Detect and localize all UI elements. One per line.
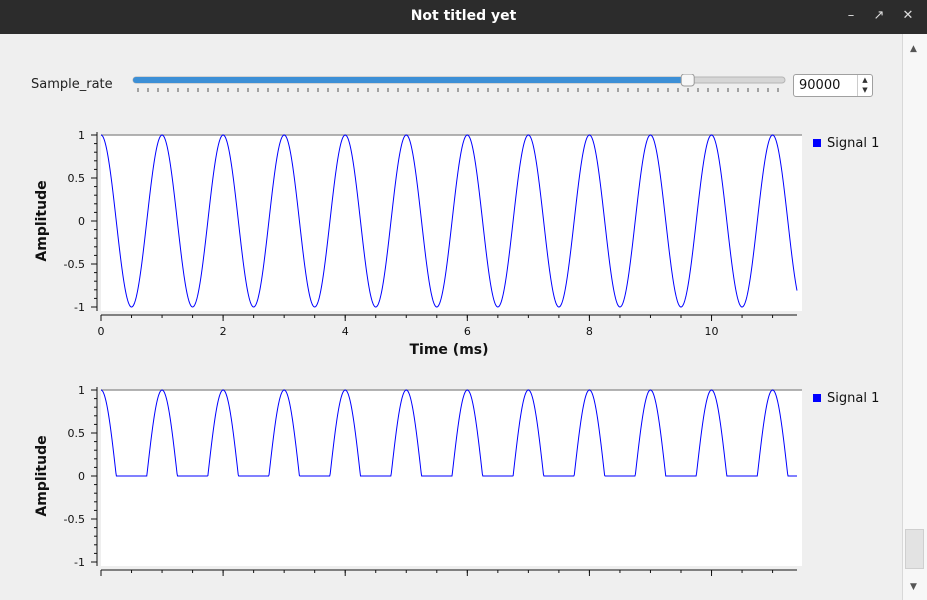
y-tick-label: -0.5 <box>64 258 85 271</box>
spin-up-icon[interactable]: ▲ <box>858 75 872 85</box>
time-plot-2-svg: 1 0.5 0 -0.5 -1 Amplitude <box>34 384 802 576</box>
scroll-down-icon[interactable]: ▼ <box>910 582 917 592</box>
spin-arrows: ▲ ▼ <box>857 75 872 96</box>
sample-rate-label: Sample_rate <box>31 77 113 92</box>
y-axis-title: Amplitude <box>34 435 50 516</box>
y-tick-label: 1 <box>78 384 85 397</box>
x-tick-label: 2 <box>220 325 227 338</box>
y-tick-label: -1 <box>74 556 85 569</box>
legend-label: Signal 1 <box>827 136 880 151</box>
x-tick-label: 4 <box>342 325 349 338</box>
slider-fill <box>133 77 688 83</box>
maximize-icon[interactable]: ↗ <box>868 5 890 27</box>
y-tick-label: 0 <box>78 470 85 483</box>
x-tick-label: 10 <box>705 325 719 338</box>
slider-graphic <box>132 73 786 92</box>
sample-rate-spinbox[interactable]: 90000 ▲ ▼ <box>793 74 873 97</box>
legend-1[interactable]: Signal 1 <box>813 136 879 151</box>
legend-swatch <box>813 393 821 402</box>
time-plot-1-svg: 1 0.5 0 -0.5 -1 0 2 4 6 8 10 Amplitude Time (ms) <box>34 129 802 358</box>
window-title: Not titled yet <box>410 8 517 24</box>
title-bar: Not titled yet – ↗ ✕ <box>0 0 927 34</box>
x-axis-title: Time (ms) <box>409 342 488 358</box>
scroll-up-icon[interactable]: ▲ <box>910 44 917 54</box>
slider-ticks <box>137 88 779 92</box>
sample-rate-value[interactable]: 90000 <box>799 78 840 93</box>
legend-2[interactable]: Signal 1 <box>813 391 879 406</box>
legend-swatch <box>813 138 821 147</box>
y-axis-title: Amplitude <box>34 180 50 261</box>
plot-canvas <box>101 390 802 566</box>
y-tick-label: -1 <box>74 301 85 314</box>
sample-rate-slider[interactable] <box>132 73 786 98</box>
vertical-scrollbar[interactable]: ▲ ▼ <box>902 34 927 600</box>
close-icon[interactable]: ✕ <box>897 5 919 27</box>
y-tick-label: 0.5 <box>68 172 86 185</box>
time-plot-1[interactable]: 1 0.5 0 -0.5 -1 0 2 4 6 8 10 Amplitude Time (ms) Sig… <box>0 126 902 366</box>
slider-handle[interactable] <box>680 73 695 87</box>
main-content: Sample_rate 90000 ▲ ▼ 1 0.5 0 -0.5 -1 0 2 4 6 8 10… <box>0 34 902 600</box>
scroll-thumb[interactable] <box>905 529 924 569</box>
y-tick-label: 0.5 <box>68 427 86 440</box>
y-tick-label: -0.5 <box>64 513 85 526</box>
x-tick-label: 6 <box>464 325 471 338</box>
minimize-icon[interactable]: – <box>840 5 862 27</box>
legend-label: Signal 1 <box>827 391 880 406</box>
y-tick-label: 0 <box>78 215 85 228</box>
x-tick-label: 8 <box>586 325 593 338</box>
x-tick-label: 0 <box>98 325 105 338</box>
time-plot-2[interactable]: 1 0.5 0 -0.5 -1 Amplitude Signal 1 <box>0 381 902 600</box>
spin-down-icon[interactable]: ▼ <box>858 85 872 95</box>
y-tick-label: 1 <box>78 129 85 142</box>
